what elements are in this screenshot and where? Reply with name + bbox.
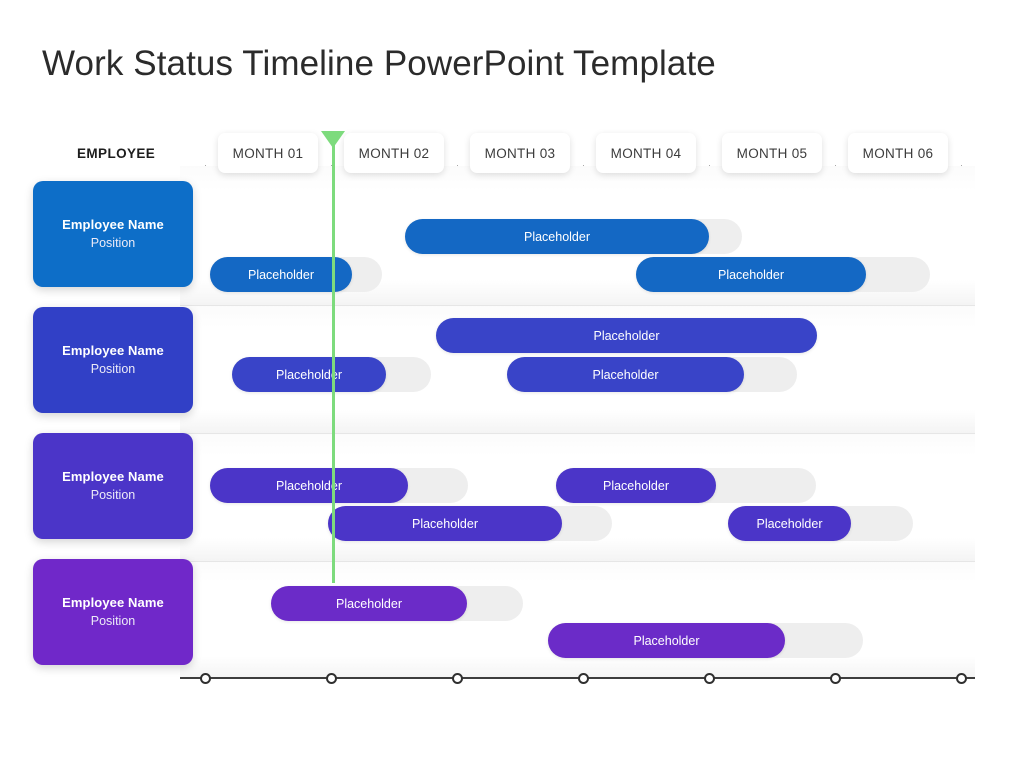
month-header-5[interactable]: MONTH 05 (722, 133, 822, 173)
gridline-minor (860, 165, 861, 677)
employee-card-3[interactable]: Employee Name Position (33, 433, 193, 539)
employee-name: Employee Name (62, 469, 164, 484)
gantt-bar-r2-b3[interactable]: Placeholder (507, 357, 744, 392)
row-separator (180, 561, 975, 562)
gantt-bar-r1-b3[interactable]: Placeholder (636, 257, 866, 292)
month-header-2[interactable]: MONTH 02 (344, 133, 444, 173)
slide-canvas: Work Status Timeline PowerPoint Template… (0, 0, 1024, 768)
month-header-4[interactable]: MONTH 04 (596, 133, 696, 173)
gantt-bar-r3-b4[interactable]: Placeholder (728, 506, 851, 541)
gridline-minor (911, 165, 912, 677)
gantt-bar-r4-b1[interactable]: Placeholder (271, 586, 467, 621)
gantt-bar-r2-b2[interactable]: Placeholder (232, 357, 386, 392)
gantt-bar-r1-b2[interactable]: Placeholder (210, 257, 352, 292)
employee-card-1[interactable]: Employee Name Position (33, 181, 193, 287)
axis-milestone-dot-5[interactable] (703, 672, 715, 684)
axis-milestone-dot-2[interactable] (325, 672, 337, 684)
gridline-minor (255, 165, 256, 677)
month-header-1[interactable]: MONTH 01 (218, 133, 318, 173)
axis-milestone-dot-1[interactable] (199, 672, 211, 684)
employee-column-header: EMPLOYEE (77, 146, 156, 161)
gantt-bar-r3-b3[interactable]: Placeholder (556, 468, 716, 503)
gridline-month-boundary (205, 165, 206, 677)
gridline-minor (759, 165, 760, 677)
gantt-bar-r1-b1[interactable]: Placeholder (405, 219, 709, 254)
axis-milestone-dot-6[interactable] (829, 672, 841, 684)
today-marker-line (332, 140, 335, 583)
axis-milestone-dot-4[interactable] (577, 672, 589, 684)
employee-position: Position (90, 362, 136, 376)
gridline-month-boundary (835, 165, 836, 677)
employee-position: Position (90, 488, 136, 502)
page-title: Work Status Timeline PowerPoint Template (42, 44, 716, 83)
employee-name: Employee Name (62, 343, 164, 358)
employee-name: Employee Name (62, 595, 164, 610)
employee-position: Position (90, 614, 136, 628)
gridline-minor (885, 165, 886, 677)
employee-card-2[interactable]: Employee Name Position (33, 307, 193, 413)
employee-card-4[interactable]: Employee Name Position (33, 559, 193, 665)
gridline-minor (936, 165, 937, 677)
row-separator (180, 433, 975, 434)
employee-position: Position (90, 236, 136, 250)
month-header-6[interactable]: MONTH 06 (848, 133, 948, 173)
employee-name: Employee Name (62, 217, 164, 232)
gantt-bar-r3-b1[interactable]: Placeholder (210, 468, 408, 503)
gridline-minor (810, 165, 811, 677)
month-header-3[interactable]: MONTH 03 (470, 133, 570, 173)
gridline-month-boundary (961, 165, 962, 677)
axis-milestone-dot-3[interactable] (451, 672, 463, 684)
gantt-bar-r3-b2[interactable]: Placeholder (328, 506, 562, 541)
gridline-minor (230, 165, 231, 677)
gantt-bar-r4-b2[interactable]: Placeholder (548, 623, 785, 658)
today-marker-arrow-icon (321, 131, 345, 148)
axis-milestone-dot-7[interactable] (955, 672, 967, 684)
gantt-bar-r2-b1[interactable]: Placeholder (436, 318, 817, 353)
gridline-minor (785, 165, 786, 677)
row-separator (180, 305, 975, 306)
